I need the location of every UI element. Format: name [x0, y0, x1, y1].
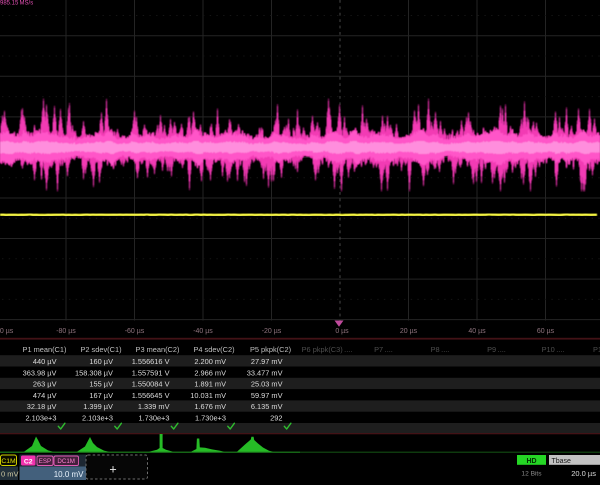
svg-text:C1M: C1M [1, 458, 16, 465]
svg-text:2.103e+3: 2.103e+3 [25, 414, 56, 423]
svg-text:2.966 mV: 2.966 mV [194, 368, 226, 377]
svg-text:33.477 mV: 33.477 mV [247, 368, 283, 377]
svg-text:40 µs: 40 µs [468, 328, 486, 335]
svg-text:P8 ....: P8 .... [431, 345, 450, 354]
svg-text:167 µV: 167 µV [89, 391, 113, 400]
svg-text:Tbase: Tbase [552, 458, 572, 465]
svg-text:HD: HD [526, 458, 536, 465]
svg-text:59.97 mV: 59.97 mV [251, 391, 283, 400]
svg-text:P6 pkpk(C3) ....: P6 pkpk(C3) .... [302, 345, 353, 354]
svg-text:P5 pkpk(C2): P5 pkpk(C2) [250, 345, 291, 354]
svg-text:-80 µs: -80 µs [56, 328, 76, 335]
svg-text:263 µV: 263 µV [33, 380, 57, 389]
svg-text:1.676 mV: 1.676 mV [194, 402, 226, 411]
svg-text:ESP: ESP [39, 458, 51, 465]
svg-text:158.308 µV: 158.308 µV [75, 368, 113, 377]
svg-text:1.339 mV: 1.339 mV [138, 402, 170, 411]
svg-text:363.98 µV: 363.98 µV [23, 368, 57, 377]
svg-text:P3 mean(C2): P3 mean(C2) [136, 345, 180, 354]
svg-text:10.0 mV: 10.0 mV [54, 470, 84, 479]
svg-text:DC1M: DC1M [57, 458, 75, 465]
svg-text:292: 292 [270, 414, 282, 423]
svg-text:25.03 mV: 25.03 mV [251, 380, 283, 389]
svg-text:1.730e+3: 1.730e+3 [138, 414, 169, 423]
svg-text:C2: C2 [24, 458, 33, 465]
svg-text:985.15 MS/s: 985.15 MS/s [0, 1, 33, 7]
svg-text:1.557591 V: 1.557591 V [132, 368, 170, 377]
svg-text:474 µV: 474 µV [33, 391, 57, 400]
svg-text:6.135 mV: 6.135 mV [251, 402, 283, 411]
svg-text:20.0 µs: 20.0 µs [571, 469, 596, 478]
svg-text:1.556645 V: 1.556645 V [132, 391, 170, 400]
svg-text:160 µV: 160 µV [89, 357, 113, 366]
svg-text:-40 µs: -40 µs [193, 328, 213, 335]
svg-text:P10 ....: P10 .... [542, 345, 565, 354]
svg-text:60 µs: 60 µs [537, 328, 555, 335]
svg-text:440 µV: 440 µV [33, 357, 57, 366]
svg-text:1.399 µV: 1.399 µV [83, 402, 113, 411]
svg-text:+: + [109, 463, 116, 477]
svg-text:1.891 mV: 1.891 mV [194, 380, 226, 389]
svg-text:-60 µs: -60 µs [125, 328, 145, 335]
svg-text:2.200 mV: 2.200 mV [194, 357, 226, 366]
svg-text:P7 ....: P7 .... [374, 345, 393, 354]
svg-text:-20 µs: -20 µs [262, 328, 282, 335]
svg-text:P2 sdev(C1): P2 sdev(C1) [80, 345, 121, 354]
svg-text:P1 mean(C1): P1 mean(C1) [23, 345, 67, 354]
svg-text:155 µV: 155 µV [89, 380, 113, 389]
svg-text:27.97 mV: 27.97 mV [251, 357, 283, 366]
svg-text:P11 ....: P11 .... [593, 345, 600, 354]
svg-text:0 µs: 0 µs [335, 328, 349, 335]
svg-text:32.18 µV: 32.18 µV [27, 402, 57, 411]
svg-text:1.556616 V: 1.556616 V [132, 357, 170, 366]
svg-text:0 mV: 0 mV [1, 470, 19, 479]
svg-text:P9 ....: P9 .... [487, 345, 506, 354]
svg-text:20 µs: 20 µs [400, 328, 418, 335]
svg-text:12 Bits: 12 Bits [521, 471, 542, 478]
svg-text:1.550084 V: 1.550084 V [132, 380, 170, 389]
svg-text:-100 µs: -100 µs [0, 328, 14, 335]
svg-text:2.103e+3: 2.103e+3 [82, 414, 113, 423]
svg-text:1.730e+3: 1.730e+3 [195, 414, 226, 423]
svg-text:10.031 mV: 10.031 mV [190, 391, 226, 400]
svg-text:P4 sdev(C2): P4 sdev(C2) [193, 345, 234, 354]
